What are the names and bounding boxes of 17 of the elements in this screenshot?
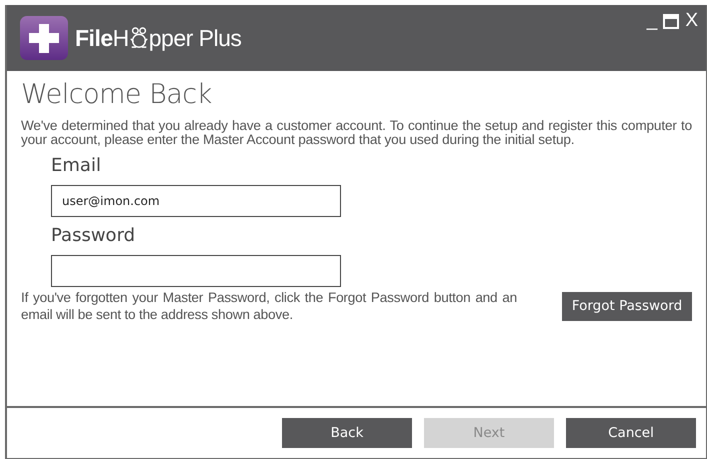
minimize-button[interactable]: _ xyxy=(646,11,658,31)
nav-button[interactable]: Back xyxy=(282,418,412,448)
field-label: Email xyxy=(51,154,102,178)
page-heading: Welcome Back xyxy=(21,78,213,112)
plus-logo-icon xyxy=(19,16,69,60)
input-field[interactable]: user@imon.com xyxy=(51,185,341,217)
frog-icon xyxy=(128,26,149,50)
maximize-icon[interactable] xyxy=(663,14,680,28)
app-name: FileH xyxy=(75,24,129,52)
close-button[interactable]: X xyxy=(685,11,698,31)
intro-text: We've determined that you already have a customer account. To continue the setup and register this computer to your account, please enter the Master Account password that you used during the initial setup. xyxy=(21,119,692,147)
field-label: Password xyxy=(51,224,136,248)
app-name: pper Plus xyxy=(148,24,242,52)
forgot-password-button[interactable]: Forgot Password xyxy=(562,292,692,320)
forgot-text: If you've forgotten your Master Password, click the Forgot Password button and an email will be sent to the address shown above. xyxy=(21,289,517,323)
nav-button[interactable]: Cancel xyxy=(566,418,696,448)
input-field[interactable] xyxy=(51,255,341,287)
